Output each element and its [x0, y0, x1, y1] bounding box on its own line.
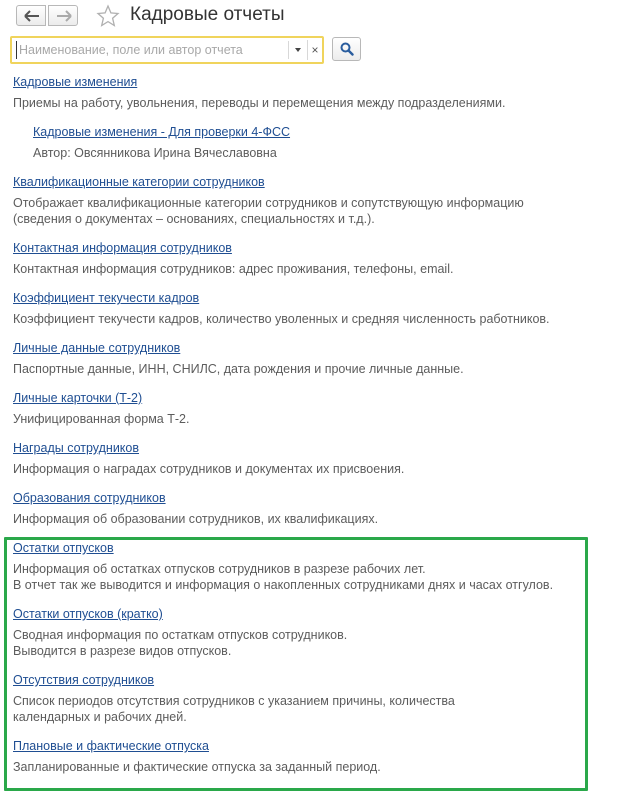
chevron-down-icon: [295, 48, 301, 52]
report-item: Остатки отпусков Информация об остатках …: [13, 541, 553, 593]
report-link[interactable]: Награды сотрудников: [13, 441, 404, 455]
description-line: Информация о наградах сотрудников и доку…: [13, 462, 405, 476]
report-author: Автор: Овсянникова Ирина Вячеславовна: [33, 145, 290, 161]
description-line: (сведения о документах – основаниях, спе…: [13, 212, 375, 226]
dropdown-button[interactable]: [288, 41, 307, 59]
report-link[interactable]: Кадровые изменения: [13, 75, 505, 89]
report-link[interactable]: Остатки отпусков (кратко): [13, 607, 347, 621]
report-description: Паспортные данные, ИНН, СНИЛС, дата рожд…: [13, 361, 464, 377]
report-description: Отображает квалификационные категории со…: [13, 195, 524, 227]
report-description: Коэффициент текучести кадров, количество…: [13, 311, 550, 327]
report-item: Квалификационные категории сотрудников О…: [13, 175, 524, 227]
description-line: Информация об остатках отпусков сотрудни…: [13, 562, 426, 576]
description-line: Паспортные данные, ИНН, СНИЛС, дата рожд…: [13, 362, 464, 376]
report-link[interactable]: Отсутствия сотрудников: [13, 673, 455, 687]
report-item: Коэффициент текучести кадров Коэффициент…: [13, 291, 550, 327]
report-description: Запланированные и фактические отпуска за…: [13, 759, 381, 775]
report-item: Личные карточки (Т-2) Унифицированная фо…: [13, 391, 189, 427]
report-item: Кадровые изменения - Для проверки 4-ФСС …: [33, 125, 290, 161]
report-link[interactable]: Квалификационные категории сотрудников: [13, 175, 524, 189]
description-line: Информация об образовании сотрудников, и…: [13, 512, 379, 526]
report-link[interactable]: Плановые и фактические отпуска: [13, 739, 381, 753]
report-link[interactable]: Остатки отпусков: [13, 541, 553, 555]
page-title: Кадровые отчеты: [130, 4, 285, 25]
report-link[interactable]: Контактная информация сотрудников: [13, 241, 453, 255]
description-line: Коэффициент текучести кадров, количество…: [13, 312, 550, 326]
report-item: Отсутствия сотрудников Список периодов о…: [13, 673, 455, 725]
star-icon[interactable]: [96, 4, 120, 28]
report-description: Приемы на работу, увольнения, переводы и…: [13, 95, 505, 111]
report-link[interactable]: Образования сотрудников: [13, 491, 378, 505]
forward-button[interactable]: [48, 5, 78, 26]
report-description: Сводная информация по остаткам отпусков …: [13, 627, 347, 659]
report-description: Информация об образовании сотрудников, и…: [13, 511, 378, 527]
report-item: Кадровые изменения Приемы на работу, уво…: [13, 75, 505, 111]
clear-button[interactable]: ×: [307, 40, 322, 60]
arrow-left-icon: [24, 10, 39, 22]
report-link[interactable]: Кадровые изменения - Для проверки 4-ФСС: [33, 125, 290, 139]
report-item: Плановые и фактические отпуска Запланиро…: [13, 739, 381, 775]
search-field[interactable]: ×: [10, 36, 324, 64]
report-link[interactable]: Личные данные сотрудников: [13, 341, 464, 355]
report-item: Награды сотрудников Информация о награда…: [13, 441, 404, 477]
description-line: Автор: Овсянникова Ирина Вячеславовна: [33, 146, 277, 160]
report-description: Унифицированная форма Т-2.: [13, 411, 189, 427]
report-item: Личные данные сотрудников Паспортные дан…: [13, 341, 464, 377]
report-link[interactable]: Коэффициент текучести кадров: [13, 291, 550, 305]
arrow-right-icon: [57, 10, 72, 22]
description-line: Контактная информация сотрудников: адрес…: [13, 262, 454, 276]
report-description: Список периодов отсутствия сотрудников с…: [13, 693, 455, 725]
description-line: календарных и рабочих дней.: [13, 710, 187, 724]
description-line: Сводная информация по остаткам отпусков …: [13, 628, 348, 642]
report-item: Остатки отпусков (кратко) Сводная информ…: [13, 607, 347, 659]
magnifier-icon: [340, 42, 354, 56]
description-line: В отчет так же выводится и информация о …: [13, 578, 554, 592]
report-description: Контактная информация сотрудников: адрес…: [13, 261, 453, 277]
search-button[interactable]: [332, 37, 361, 61]
report-description: Информация о наградах сотрудников и доку…: [13, 461, 404, 477]
description-line: Список периодов отсутствия сотрудников с…: [13, 694, 455, 708]
description-line: Запланированные и фактические отпуска за…: [13, 760, 381, 774]
search-input[interactable]: [16, 41, 285, 59]
report-link[interactable]: Личные карточки (Т-2): [13, 391, 189, 405]
description-line: Выводится в разрезе видов отпусков.: [13, 644, 232, 658]
description-line: Приемы на работу, увольнения, переводы и…: [13, 96, 506, 110]
report-description: Информация об остатках отпусков сотрудни…: [13, 561, 553, 593]
toolbar: Кадровые отчеты: [0, 0, 626, 34]
report-item: Образования сотрудников Информация об об…: [13, 491, 378, 527]
description-line: Отображает квалификационные категории со…: [13, 196, 524, 210]
report-item: Контактная информация сотрудников Контак…: [13, 241, 453, 277]
back-button[interactable]: [16, 5, 46, 26]
description-line: Унифицированная форма Т-2.: [13, 412, 190, 426]
